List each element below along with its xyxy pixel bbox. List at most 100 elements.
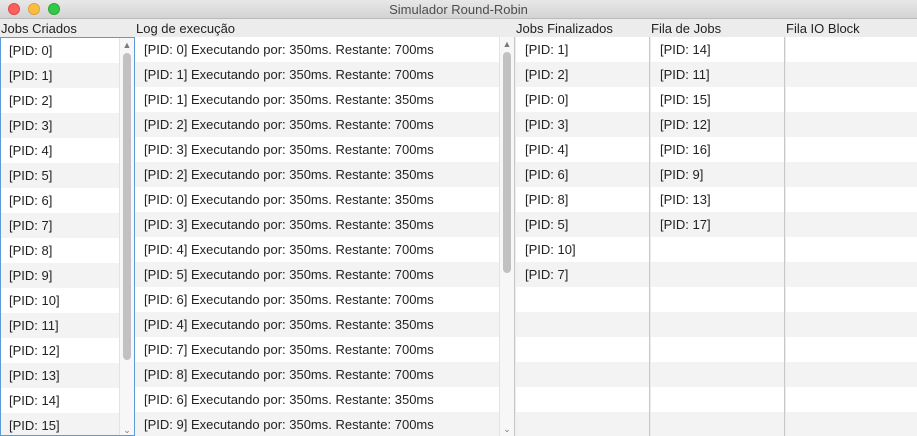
jobs-finished-item[interactable]: [PID: 2] (516, 62, 649, 87)
empty-row (516, 387, 649, 412)
empty-row (786, 37, 917, 62)
scroll-down-arrow-icon[interactable]: ⌄ (120, 424, 134, 435)
header-jobs-finished: Jobs Finalizados (516, 21, 613, 36)
jobs-finished-item[interactable]: [PID: 4] (516, 137, 649, 162)
log-entry[interactable]: [PID: 1] Executando por: 350ms. Restante… (135, 87, 499, 112)
jobs-created-item[interactable]: [PID: 1] (1, 63, 119, 88)
jobs-created-item[interactable]: [PID: 6] (1, 188, 119, 213)
empty-row (786, 237, 917, 262)
scrollbar-thumb[interactable] (123, 53, 131, 360)
job-queue-item[interactable]: [PID: 11] (651, 62, 784, 87)
log-entry[interactable]: [PID: 6] Executando por: 350ms. Restante… (135, 387, 499, 412)
job-queue-item[interactable]: [PID: 13] (651, 187, 784, 212)
job-queue-list[interactable]: [PID: 14] [PID: 11] [PID: 15] [PID: 12] [PID… (651, 37, 785, 436)
log-entry[interactable]: [PID: 2] Executando por: 350ms. Restante… (135, 112, 499, 137)
jobs-finished-item[interactable]: [PID: 6] (516, 162, 649, 187)
log-entry[interactable]: [PID: 5] Executando por: 350ms. Restante… (135, 262, 499, 287)
jobs-created-item[interactable]: [PID: 8] (1, 238, 119, 263)
execution-log-list[interactable]: [PID: 0] Executando por: 350ms. Restante… (135, 37, 515, 436)
scroll-up-arrow-icon[interactable]: ▲ (500, 38, 514, 50)
empty-row (651, 387, 784, 412)
scrollbar-thumb[interactable] (503, 52, 511, 273)
job-queue-item[interactable]: [PID: 12] (651, 112, 784, 137)
jobs-created-item[interactable]: [PID: 12] (1, 338, 119, 363)
execution-log-scrollbar[interactable]: ▲ ⌄ (499, 37, 514, 436)
empty-row (786, 137, 917, 162)
empty-row (516, 312, 649, 337)
log-entry[interactable]: [PID: 4] Executando por: 350ms. Restante… (135, 237, 499, 262)
log-entry[interactable]: [PID: 7] Executando por: 350ms. Restante… (135, 337, 499, 362)
empty-row (786, 262, 917, 287)
jobs-created-item[interactable]: [PID: 4] (1, 138, 119, 163)
log-entry[interactable]: [PID: 6] Executando por: 350ms. Restante… (135, 287, 499, 312)
empty-row (651, 237, 784, 262)
jobs-created-item[interactable]: [PID: 14] (1, 388, 119, 413)
empty-row (786, 287, 917, 312)
empty-row (516, 362, 649, 387)
empty-row (786, 87, 917, 112)
jobs-created-scrollbar[interactable]: ▲ ⌄ (119, 38, 134, 435)
header-jobs-created: Jobs Criados (1, 21, 77, 36)
empty-row (786, 312, 917, 337)
jobs-finished-item[interactable]: [PID: 8] (516, 187, 649, 212)
empty-row (786, 387, 917, 412)
header-io-block-queue: Fila IO Block (786, 21, 860, 36)
empty-row (786, 337, 917, 362)
jobs-finished-item[interactable]: [PID: 10] (516, 237, 649, 262)
empty-row (786, 187, 917, 212)
empty-row (651, 337, 784, 362)
empty-row (651, 412, 784, 436)
header-job-queue: Fila de Jobs (651, 21, 722, 36)
io-block-queue-list[interactable] (786, 37, 917, 436)
empty-row (516, 287, 649, 312)
empty-row (786, 112, 917, 137)
jobs-created-item[interactable]: [PID: 11] (1, 313, 119, 338)
empty-row (786, 412, 917, 436)
jobs-created-item[interactable]: [PID: 3] (1, 113, 119, 138)
jobs-created-item[interactable]: [PID: 7] (1, 213, 119, 238)
job-queue-item[interactable]: [PID: 14] (651, 37, 784, 62)
job-queue-item[interactable]: [PID: 9] (651, 162, 784, 187)
jobs-created-item[interactable]: [PID: 10] (1, 288, 119, 313)
log-entry[interactable]: [PID: 0] Executando por: 350ms. Restante… (135, 187, 499, 212)
empty-row (516, 337, 649, 362)
empty-row (651, 287, 784, 312)
jobs-finished-item[interactable]: [PID: 0] (516, 87, 649, 112)
log-entry[interactable]: [PID: 1] Executando por: 350ms. Restante… (135, 62, 499, 87)
jobs-created-item[interactable]: [PID: 9] (1, 263, 119, 288)
empty-row (786, 362, 917, 387)
jobs-created-list[interactable]: [PID: 0] [PID: 1] [PID: 2] [PID: 3] [PID: 4]… (0, 37, 135, 436)
jobs-finished-list[interactable]: [PID: 1] [PID: 2] [PID: 0] [PID: 3] [PID: 4]… (516, 37, 650, 436)
jobs-finished-item[interactable]: [PID: 7] (516, 262, 649, 287)
log-entry[interactable]: [PID: 3] Executando por: 350ms. Restante… (135, 212, 499, 237)
job-queue-item[interactable]: [PID: 17] (651, 212, 784, 237)
window-title: Simulador Round-Robin (389, 2, 528, 17)
jobs-created-item[interactable]: [PID: 15] (1, 413, 119, 435)
jobs-created-item[interactable]: [PID: 13] (1, 363, 119, 388)
jobs-finished-item[interactable]: [PID: 1] (516, 37, 649, 62)
empty-row (651, 362, 784, 387)
jobs-created-item[interactable]: [PID: 2] (1, 88, 119, 113)
jobs-finished-item[interactable]: [PID: 3] (516, 112, 649, 137)
header-execution-log: Log de execução (136, 21, 236, 36)
log-entry[interactable]: [PID: 9] Executando por: 350ms. Restante… (135, 412, 499, 436)
jobs-finished-item[interactable]: [PID: 5] (516, 212, 649, 237)
jobs-created-item[interactable]: [PID: 5] (1, 163, 119, 188)
log-entry[interactable]: [PID: 0] Executando por: 350ms. Restante… (135, 37, 499, 62)
job-queue-item[interactable]: [PID: 16] (651, 137, 784, 162)
empty-row (651, 312, 784, 337)
empty-row (651, 262, 784, 287)
log-entry[interactable]: [PID: 8] Executando por: 350ms. Restante… (135, 362, 499, 387)
scroll-up-arrow-icon[interactable]: ▲ (120, 39, 134, 51)
empty-row (786, 212, 917, 237)
app-window: Simulador Round-Robin Jobs Criados Log d… (0, 0, 917, 436)
empty-row (786, 162, 917, 187)
empty-row (516, 412, 649, 436)
scroll-down-arrow-icon[interactable]: ⌄ (500, 423, 514, 435)
log-entry[interactable]: [PID: 2] Executando por: 350ms. Restante… (135, 162, 499, 187)
job-queue-item[interactable]: [PID: 15] (651, 87, 784, 112)
title-bar[interactable]: Simulador Round-Robin (0, 0, 917, 19)
log-entry[interactable]: [PID: 4] Executando por: 350ms. Restante… (135, 312, 499, 337)
log-entry[interactable]: [PID: 3] Executando por: 350ms. Restante… (135, 137, 499, 162)
jobs-created-item[interactable]: [PID: 0] (1, 38, 119, 63)
